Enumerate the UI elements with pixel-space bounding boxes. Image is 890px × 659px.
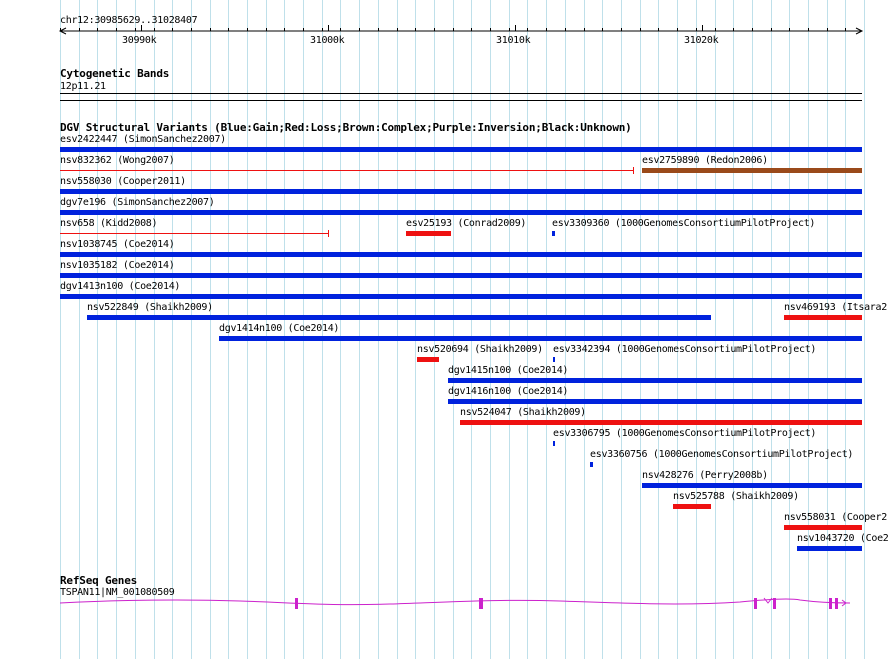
feature-bar-end-nsv832362 [633,167,634,174]
grid-lines [60,0,865,659]
gene-model-tspan11[interactable] [0,590,890,620]
feature-bar-nsv428276[interactable] [642,483,862,488]
ruler-tick-31010k: 31010k [496,35,531,46]
dgv-track-title: DGV Structural Variants (Blue:Gain;Red:L… [60,121,632,134]
feature-label-nsv1043720[interactable]: nsv1043720 (Coe2 [797,533,889,544]
feature-bar-nsv1035182[interactable] [60,273,862,278]
feature-label-esv3306795[interactable]: esv3306795 (1000GenomesConsortiumPilotPr… [553,428,816,439]
feature-label-esv3309360[interactable]: esv3309360 (1000GenomesConsortiumPilotPr… [552,218,815,229]
cytoband-top-line [60,93,862,94]
ruler-tick-31020k: 31020k [684,35,719,46]
feature-label-nsv832362[interactable]: nsv832362 (Wong2007) [60,155,175,166]
feature-label-nsv525788[interactable]: nsv525788 (Shaikh2009) [673,491,799,502]
feature-bar-nsv469193[interactable] [784,315,862,320]
feature-bar-nsv524047[interactable] [460,420,862,425]
feature-label-nsv469193[interactable]: nsv469193 (Itsara2 [784,302,887,313]
feature-label-nsv428276[interactable]: nsv428276 (Perry2008b) [642,470,768,481]
ruler-tick-31000k: 31000k [310,35,345,46]
feature-bar-nsv522849[interactable] [87,315,711,320]
feature-label-nsv522849[interactable]: nsv522849 (Shaikh2009) [87,302,213,313]
feature-label-esv2422447[interactable]: esv2422447 (SimonSanchez2007) [60,134,226,145]
feature-label-nsv1038745[interactable]: nsv1038745 (Coe2014) [60,239,175,250]
feature-bar-esv2422447[interactable] [60,147,862,152]
feature-label-esv25193[interactable]: esv25193 (Conrad2009) [406,218,526,229]
feature-label-nsv1035182[interactable]: nsv1035182 (Coe2014) [60,260,175,271]
feature-label-dgv7e196[interactable]: dgv7e196 (SimonSanchez2007) [60,197,215,208]
feature-label-nsv520694[interactable]: nsv520694 (Shaikh2009) [417,344,543,355]
feature-bar-nsv1043720[interactable] [797,546,862,551]
feature-bar-esv3342394[interactable] [553,357,555,362]
cytoband-track-title: Cytogenetic Bands [60,67,170,80]
feature-bar-esv2759890[interactable] [642,168,862,173]
feature-bar-esv3306795[interactable] [553,441,555,446]
feature-label-nsv558030[interactable]: nsv558030 (Cooper2011) [60,176,186,187]
cytoband-label: 12p11.21 [60,81,106,92]
feature-label-nsv558031[interactable]: nsv558031 (Cooper2 [784,512,887,523]
feature-bar-dgv7e196[interactable] [60,210,862,215]
feature-bar-dgv1416n100[interactable] [448,399,862,404]
feature-label-nsv658[interactable]: nsv658 (Kidd2008) [60,218,158,229]
feature-bar-nsv558031[interactable] [784,525,862,530]
feature-bar-nsv658[interactable] [60,233,329,234]
feature-bar-dgv1415n100[interactable] [448,378,862,383]
feature-bar-nsv832362[interactable] [60,170,634,171]
feature-label-esv2759890[interactable]: esv2759890 (Redon2006) [642,155,768,166]
feature-label-dgv1415n100[interactable]: dgv1415n100 (Coe2014) [448,365,568,376]
feature-label-dgv1416n100[interactable]: dgv1416n100 (Coe2014) [448,386,568,397]
feature-label-dgv1414n100[interactable]: dgv1414n100 (Coe2014) [219,323,339,334]
feature-label-esv3360756[interactable]: esv3360756 (1000GenomesConsortiumPilotPr… [590,449,853,460]
ruler-scale [58,25,864,35]
feature-bar-nsv558030[interactable] [60,189,862,194]
feature-label-esv3342394[interactable]: esv3342394 (1000GenomesConsortiumPilotPr… [553,344,816,355]
feature-bar-nsv520694[interactable] [417,357,439,362]
feature-label-nsv524047[interactable]: nsv524047 (Shaikh2009) [460,407,586,418]
refseq-track-title: RefSeq Genes [60,574,138,587]
feature-bar-dgv1413n100[interactable] [60,294,862,299]
feature-bar-end-nsv658 [328,230,329,237]
ruler-tick-30990k: 30990k [122,35,157,46]
feature-bar-dgv1414n100[interactable] [219,336,862,341]
feature-bar-esv25193[interactable] [406,231,451,236]
feature-bar-esv3309360[interactable] [552,231,555,236]
feature-bar-nsv1038745[interactable] [60,252,862,257]
feature-label-dgv1413n100[interactable]: dgv1413n100 (Coe2014) [60,281,180,292]
feature-bar-nsv525788[interactable] [673,504,711,509]
feature-bar-esv3360756[interactable] [590,462,593,467]
cytoband-bottom-line [60,100,862,101]
